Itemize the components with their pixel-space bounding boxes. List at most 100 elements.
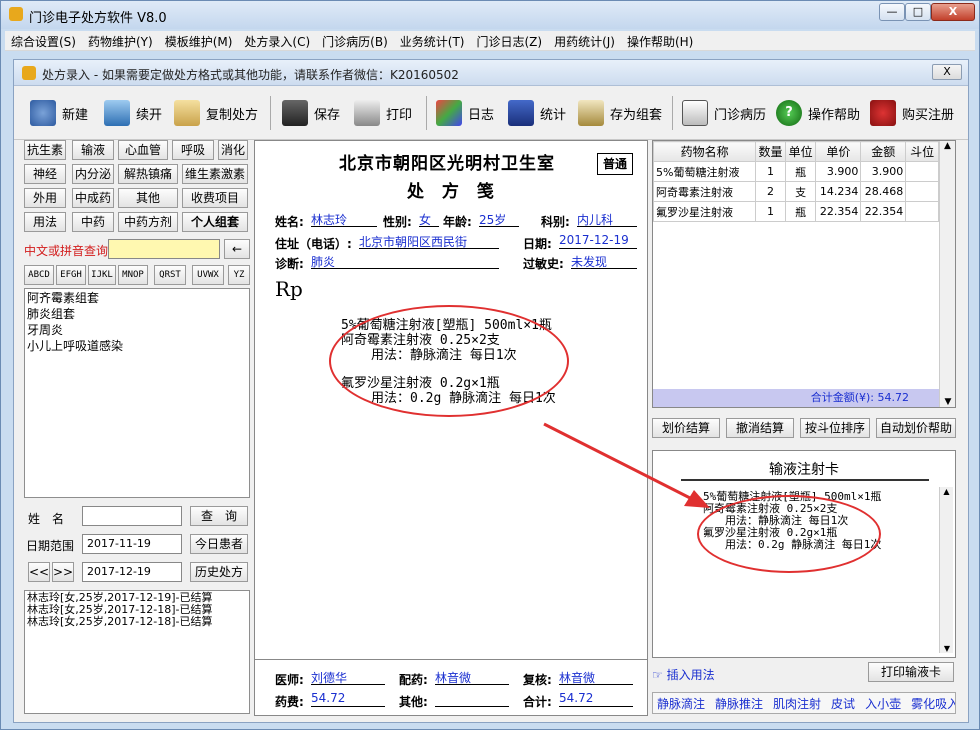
auto-price-help-button[interactable]: 自动划价帮助 (876, 418, 956, 438)
date-to-input[interactable]: 2017-12-19 (82, 562, 182, 582)
letter-uvwx[interactable]: UVWX (192, 265, 224, 285)
menu-templates[interactable]: 模板维护(M) (159, 31, 239, 50)
letter-mnop[interactable]: MNOP (118, 265, 148, 285)
col-amount[interactable]: 金额 (860, 141, 907, 162)
col-qty[interactable]: 数量 (755, 141, 786, 162)
maximize-button[interactable]: □ (905, 3, 931, 21)
menu-records[interactable]: 门诊病历(B) (316, 31, 394, 50)
cat-neuro[interactable]: 神经 (24, 164, 66, 184)
menu-settings[interactable]: 综合设置(S) (5, 31, 82, 50)
search-back-button[interactable]: ← (224, 239, 250, 259)
scroll-down-icon[interactable]: ▼ (940, 397, 956, 407)
col-unit[interactable]: 单位 (784, 141, 817, 162)
next-button[interactable]: >> (52, 562, 74, 582)
close-button[interactable]: X (931, 3, 975, 21)
document-icon (682, 100, 708, 126)
letter-yz[interactable]: YZ (228, 265, 250, 285)
search-input[interactable] (108, 239, 220, 259)
list-item[interactable]: 肺炎组套 (27, 306, 247, 322)
query-button[interactable]: 查 询 (190, 506, 248, 526)
col-slot[interactable]: 斗位 (905, 141, 939, 162)
menu-prescription[interactable]: 处方录入(C) (238, 31, 316, 50)
log-button[interactable]: 日志 (436, 98, 494, 128)
save-button[interactable]: 保存 (282, 98, 340, 128)
table-row[interactable]: 氟罗沙星注射液 1 瓶 22.354 22.354 (652, 201, 939, 222)
cat-patent[interactable]: 中成药 (72, 188, 114, 208)
prev-button[interactable]: << (28, 562, 50, 582)
cell-slot (905, 201, 939, 222)
menu-help[interactable]: 操作帮助(H) (621, 31, 699, 50)
minimize-button[interactable]: — (879, 3, 905, 21)
route-nebulize[interactable]: 雾化吸入 (911, 697, 955, 711)
letter-ijkl[interactable]: IJKL (88, 265, 116, 285)
menu-log[interactable]: 门诊日志(Z) (470, 31, 548, 50)
cat-tcm-formula[interactable]: 中药方剂 (118, 212, 178, 232)
cat-vitamin[interactable]: 维生素激素 (182, 164, 248, 184)
route-small-pot[interactable]: 入小壶 (865, 697, 901, 711)
letter-efgh[interactable]: EFGH (56, 265, 86, 285)
stats-button[interactable]: 统计 (508, 98, 566, 128)
cat-endocrine[interactable]: 内分泌 (72, 164, 114, 184)
col-drug-name[interactable]: 药物名称 (652, 141, 757, 162)
child-close-button[interactable]: X (932, 64, 962, 80)
new-button[interactable]: 新建 (30, 98, 88, 128)
list-item[interactable]: 小儿上呼吸道感染 (27, 338, 247, 354)
allergy-value: 未发现 (571, 253, 637, 269)
sort-slot-button[interactable]: 按斗位排序 (800, 418, 870, 438)
buy-button[interactable]: 购买注册 (870, 98, 954, 128)
help-button[interactable]: ? 操作帮助 (776, 98, 860, 128)
cat-fee[interactable]: 收费项目 (182, 188, 248, 208)
history-list[interactable]: 林志玲[女,25岁,2017-12-19]-已结算 林志玲[女,25岁,2017… (24, 590, 250, 714)
save-group-button[interactable]: 存为组套 (578, 98, 662, 128)
history-button[interactable]: 历史处方 (190, 562, 248, 582)
cat-personal-group[interactable]: 个人组套 (182, 212, 248, 232)
cell-qty: 1 (755, 161, 786, 182)
continue-button[interactable]: 续开 (104, 98, 162, 128)
menu-business[interactable]: 业务统计(T) (394, 31, 471, 50)
question-icon: ? (776, 100, 802, 126)
table-row[interactable]: 5%葡萄糖注射液 1 瓶 3.900 3.900 (652, 161, 939, 182)
name-value: 林志玲 (311, 211, 377, 227)
cat-digestive[interactable]: 消化 (218, 140, 248, 160)
cat-other[interactable]: 其他 (118, 188, 178, 208)
table-row[interactable]: 阿奇霉素注射液 2 支 14.234 28.468 (652, 181, 939, 202)
cat-respiratory[interactable]: 呼吸 (172, 140, 214, 160)
table-scrollbar[interactable]: ▲ ▼ (939, 141, 955, 407)
cat-usage[interactable]: 用法 (24, 212, 66, 232)
route-iv-push[interactable]: 静脉推注 (715, 697, 763, 711)
route-im[interactable]: 肌肉注射 (773, 697, 821, 711)
menu-drugs[interactable]: 药物维护(Y) (82, 31, 159, 50)
scroll-up-icon[interactable]: ▲ (940, 487, 953, 496)
list-item[interactable]: 牙周炎 (27, 322, 247, 338)
list-item[interactable]: 林志玲[女,25岁,2017-12-18]-已结算 (27, 616, 247, 628)
print-infusion-card-button[interactable]: 打印输液卡 (868, 662, 954, 682)
menu-drug-stats[interactable]: 用药统计(J) (548, 31, 621, 50)
infusion-scrollbar[interactable]: ▲ ▼ (939, 487, 953, 653)
print-button[interactable]: 打印 (354, 98, 412, 128)
today-patients-button[interactable]: 今日患者 (190, 534, 248, 554)
copy-button[interactable]: 复制处方 (174, 98, 258, 128)
cat-antibiotic[interactable]: 抗生素 (24, 140, 66, 160)
col-price[interactable]: 单价 (815, 141, 862, 162)
insert-usage-link[interactable]: ☞ 插入用法 (652, 666, 715, 683)
cat-external[interactable]: 外用 (24, 188, 66, 208)
letter-abcd[interactable]: ABCD (24, 265, 54, 285)
address-label: 住址（电话）: (275, 237, 352, 251)
dispense-value: 林音微 (435, 669, 509, 685)
cancel-checkout-button[interactable]: 撤消结算 (726, 418, 794, 438)
cell-slot (905, 161, 939, 182)
list-item[interactable]: 阿齐霉素组套 (27, 290, 247, 306)
cat-analgesic[interactable]: 解热镇痛 (118, 164, 178, 184)
date-from-input[interactable]: 2017-11-19 (82, 534, 182, 554)
cat-tcm[interactable]: 中药 (72, 212, 114, 232)
cat-cardio[interactable]: 心血管 (118, 140, 168, 160)
route-skin-test[interactable]: 皮试 (831, 697, 855, 711)
scroll-down-icon[interactable]: ▼ (940, 644, 954, 653)
records-button[interactable]: 门诊病历 (682, 98, 766, 128)
cat-infusion[interactable]: 输液 (72, 140, 114, 160)
group-list[interactable]: 阿齐霉素组套 肺炎组套 牙周炎 小儿上呼吸道感染 (24, 288, 250, 498)
scroll-up-icon[interactable]: ▲ (940, 141, 955, 151)
patient-name-input[interactable] (82, 506, 182, 526)
letter-qrst[interactable]: QRST (154, 265, 186, 285)
route-iv-drip[interactable]: 静脉滴注 (657, 697, 705, 711)
